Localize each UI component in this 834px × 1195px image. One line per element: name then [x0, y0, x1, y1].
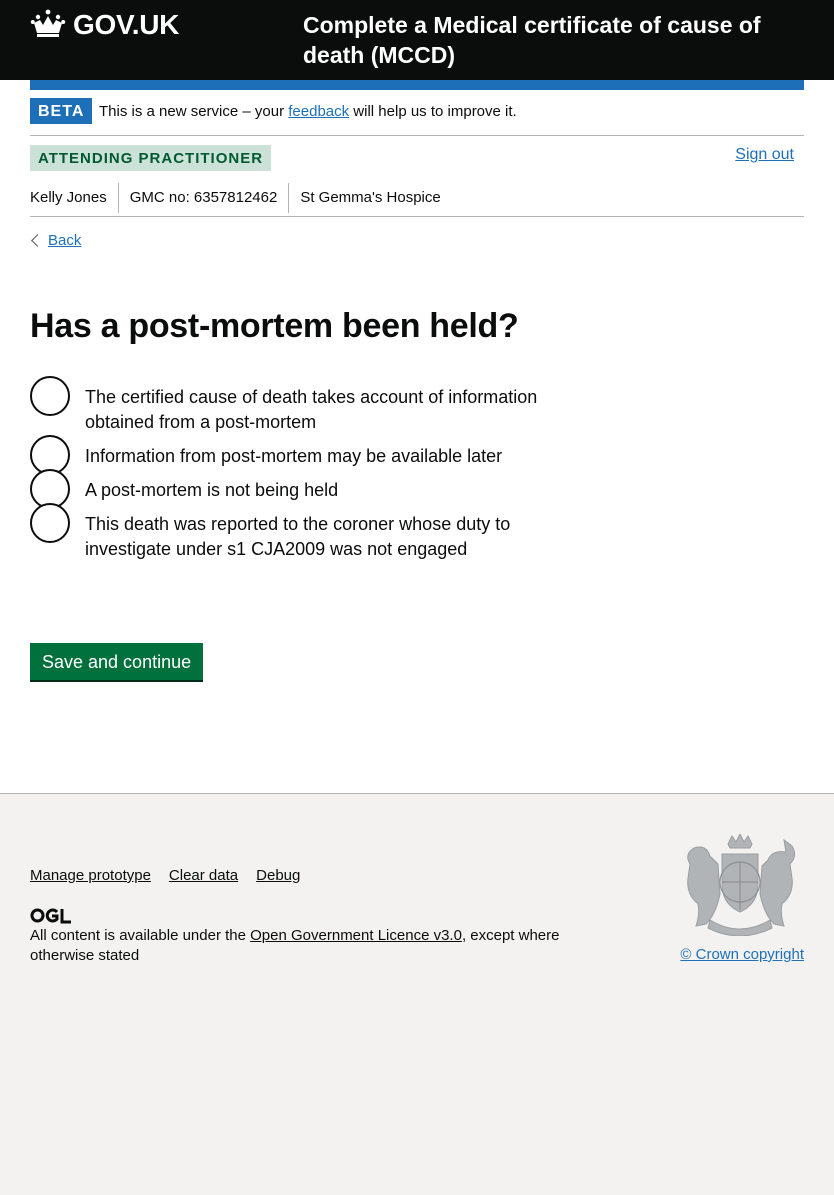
radio-label[interactable]: This death was reported to the coroner w… [30, 503, 550, 562]
site-footer: Manage prototype Clear data Debug All co… [0, 793, 834, 1195]
chevron-left-icon [31, 234, 44, 247]
phase-message: This is a new service – your feedback wi… [99, 103, 517, 121]
license-text-before: All content is available under the [30, 927, 251, 944]
organisation: St Gemma's Hospice [288, 183, 451, 213]
radio-option-reported-to-coroner[interactable]: This death was reported to the coroner w… [30, 503, 550, 562]
back-label: Back [48, 232, 82, 249]
page-title: Has a post-mortem been held? [30, 307, 519, 345]
phase-text-before: This is a new service – your [99, 103, 289, 120]
radio-option-post-mortem-info[interactable]: The certified cause of death takes accou… [30, 376, 550, 435]
license-text: All content is available under the Open … [30, 926, 590, 966]
service-name[interactable]: Complete a Medical certificate of cause … [303, 10, 803, 70]
header-accent-bar [30, 80, 804, 90]
footer-links: Manage prototype Clear data Debug [30, 867, 318, 884]
radio-option-available-later[interactable]: Information from post-mortem may be avai… [30, 435, 550, 475]
radio-button[interactable] [30, 376, 70, 416]
clear-data-link[interactable]: Clear data [169, 867, 238, 884]
role-tag: ATTENDING PRACTITIONER [30, 145, 272, 171]
crown-copyright-link[interactable]: © Crown copyright [680, 946, 804, 963]
royal-coat-of-arms-icon [676, 832, 804, 937]
radio-label[interactable]: Information from post-mortem may be avai… [30, 435, 550, 469]
govuk-logo-link[interactable]: GOV.UK [30, 8, 179, 42]
phase-text-after: will help us to improve it. [349, 103, 517, 120]
user-details-bar: Kelly Jones GMC no: 6357812462 St Gemma'… [30, 180, 804, 217]
radio-label[interactable]: The certified cause of death takes accou… [30, 376, 550, 435]
radio-label[interactable]: A post-mortem is not being held [30, 469, 550, 503]
post-mortem-radios: The certified cause of death takes accou… [30, 376, 550, 562]
sign-out-link[interactable]: Sign out [735, 146, 794, 164]
feedback-link[interactable]: feedback [288, 103, 349, 120]
radio-button[interactable] [30, 503, 70, 543]
phase-tag: BETA [30, 98, 93, 124]
phase-banner: BETA This is a new service – your feedba… [30, 98, 804, 136]
debug-link[interactable]: Debug [256, 867, 300, 884]
radio-option-not-held[interactable]: A post-mortem is not being held [30, 469, 550, 509]
back-link[interactable]: Back [30, 232, 81, 249]
site-header: GOV.UK Complete a Medical certificate of… [0, 0, 834, 80]
user-name: Kelly Jones [30, 189, 107, 206]
ogl-licence-link[interactable]: Open Government Licence v3.0 [250, 927, 462, 944]
manage-prototype-link[interactable]: Manage prototype [30, 867, 151, 884]
logo-text: GOV.UK [73, 9, 180, 40]
gmc-number: GMC no: 6357812462 [117, 183, 289, 213]
crown-icon [30, 9, 73, 42]
save-and-continue-button[interactable]: Save and continue [30, 643, 204, 680]
